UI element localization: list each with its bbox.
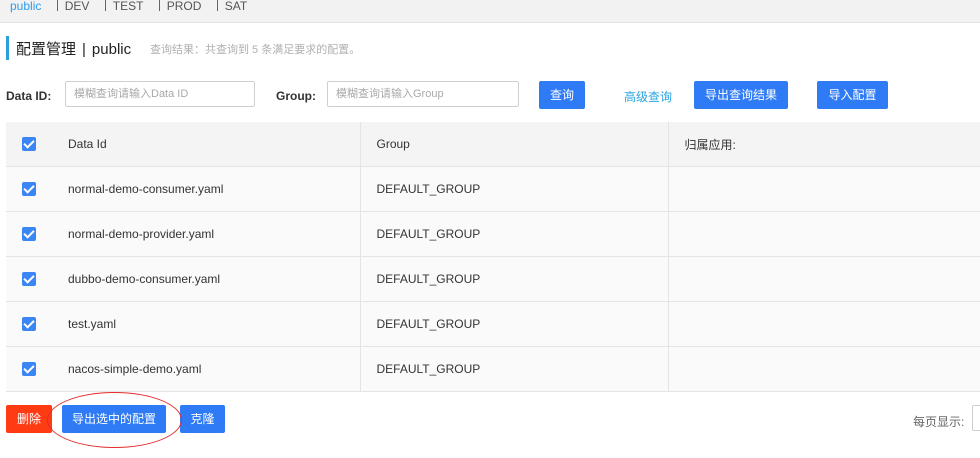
row-checkbox[interactable] — [22, 317, 36, 332]
row-group: DEFAULT_GROUP — [359, 301, 668, 347]
group-input[interactable] — [327, 81, 519, 107]
row-app — [667, 346, 980, 392]
namespace-separator — [104, 0, 106, 11]
advanced-query-link[interactable]: 高级查询 — [624, 88, 672, 105]
current-namespace: public — [91, 41, 132, 58]
page-title: 配置管理 | public — [16, 38, 131, 59]
row-data-id: normal-demo-provider.yaml — [52, 211, 360, 257]
column-header-app[interactable]: 归属应用: — [667, 122, 980, 167]
table-header-row: Data Id Group 归属应用: — [6, 122, 980, 167]
clone-button[interactable]: 克隆 — [180, 405, 225, 433]
row-checkbox[interactable] — [22, 272, 36, 287]
export-results-button[interactable]: 导出查询结果 — [694, 81, 788, 109]
data-id-input[interactable] — [65, 81, 255, 107]
query-result-text: 查询结果：共查询到 5 条满足要求的配置。 — [150, 44, 361, 56]
row-group: DEFAULT_GROUP — [359, 256, 668, 302]
row-checkbox[interactable] — [22, 182, 36, 197]
title-separator: | — [82, 41, 86, 58]
namespace-separator — [56, 0, 58, 11]
table-row[interactable]: normal-demo-provider.yaml DEFAULT_GROUP — [6, 211, 980, 257]
row-data-id: normal-demo-consumer.yaml — [52, 166, 360, 212]
row-data-id: dubbo-demo-consumer.yaml — [52, 256, 360, 302]
row-app — [667, 301, 980, 347]
select-all-checkbox[interactable] — [22, 137, 36, 152]
table-row[interactable]: nacos-simple-demo.yaml DEFAULT_GROUP — [6, 346, 980, 392]
namespace-tab-sat[interactable]: SAT — [221, 0, 251, 13]
row-app — [667, 166, 980, 212]
row-checkbox-cell — [6, 166, 52, 212]
row-group: DEFAULT_GROUP — [359, 346, 668, 392]
row-checkbox[interactable] — [22, 227, 36, 242]
batch-actions-bar: 删除 导出选中的配置 克隆 每页显示: — [0, 405, 980, 433]
query-button[interactable]: 查询 — [539, 81, 585, 109]
column-header-group[interactable]: Group — [359, 122, 668, 167]
row-data-id: nacos-simple-demo.yaml — [52, 346, 360, 392]
row-checkbox-cell — [6, 301, 52, 347]
column-header-data-id[interactable]: Data Id — [52, 122, 360, 167]
config-table: Data Id Group 归属应用: normal-demo-consumer… — [6, 122, 980, 392]
namespace-tab-dev[interactable]: DEV — [61, 0, 94, 13]
namespace-tab-test[interactable]: TEST — [109, 0, 148, 13]
data-id-label: Data ID: — [6, 89, 52, 103]
row-checkbox-cell — [6, 211, 52, 257]
namespace-tab-prod[interactable]: PROD — [163, 0, 206, 13]
title-accent-bar — [6, 36, 9, 60]
import-config-button[interactable]: 导入配置 — [817, 81, 888, 109]
select-all-cell — [6, 122, 52, 167]
export-selected-button[interactable]: 导出选中的配置 — [62, 405, 166, 433]
row-app — [667, 256, 980, 302]
search-bar: Data ID: Group: 查询 高级查询 导出查询结果 导入配置 — [0, 81, 980, 109]
namespace-tab-public[interactable]: public — [6, 0, 45, 13]
row-checkbox-cell — [6, 346, 52, 392]
group-label: Group: — [276, 89, 316, 103]
row-checkbox-cell — [6, 256, 52, 302]
per-page-label: 每页显示: — [913, 415, 965, 429]
namespace-separator — [216, 0, 218, 11]
row-group: DEFAULT_GROUP — [359, 211, 668, 257]
namespace-separator — [158, 0, 160, 11]
page-title-label: 配置管理 — [16, 41, 77, 58]
row-checkbox[interactable] — [22, 362, 36, 377]
table-row[interactable]: dubbo-demo-consumer.yaml DEFAULT_GROUP — [6, 256, 980, 302]
row-data-id: test.yaml — [52, 301, 360, 347]
namespace-bar: public DEV TEST PROD SAT — [0, 0, 980, 23]
per-page-select[interactable] — [972, 405, 980, 431]
table-row[interactable]: test.yaml DEFAULT_GROUP — [6, 301, 980, 347]
delete-button[interactable]: 删除 — [6, 405, 52, 433]
table-row[interactable]: normal-demo-consumer.yaml DEFAULT_GROUP — [6, 166, 980, 212]
row-app — [667, 211, 980, 257]
row-group: DEFAULT_GROUP — [359, 166, 668, 212]
